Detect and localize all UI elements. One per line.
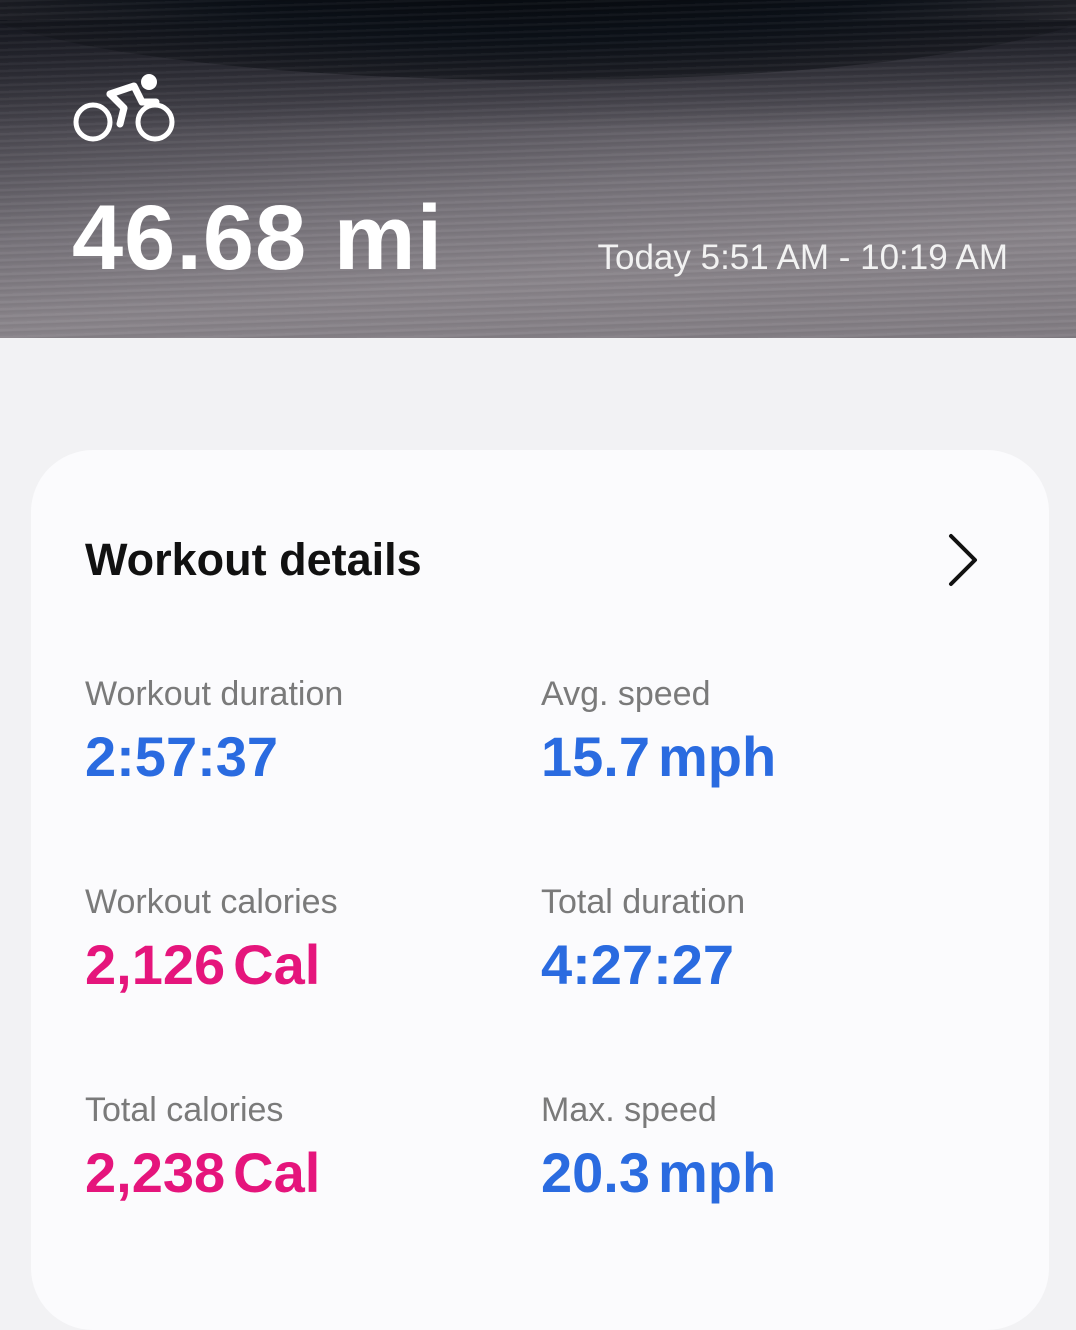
workout-calories-number: 2,126	[85, 933, 226, 996]
total-duration-label: Total duration	[541, 883, 746, 921]
avg-speed-label: Avg. speed	[541, 675, 711, 713]
cycling-icon	[73, 74, 175, 142]
hero-banner: 46.68 mi Today 5:51 AM - 10:19 AM	[0, 0, 1076, 338]
max-speed-value: 20.3 mph	[541, 1142, 776, 1204]
total-calories-value: 2,238 Cal	[85, 1142, 320, 1204]
workout-time-range: Today 5:51 AM - 10:19 AM	[597, 238, 1008, 277]
distance-value: 46.68 mi	[72, 187, 444, 289]
workout-calories-unit: Cal	[233, 933, 321, 996]
workout-duration-label: Workout duration	[85, 675, 344, 713]
max-speed-number: 20.3	[541, 1141, 650, 1204]
avg-speed-value: 15.7 mph	[541, 726, 776, 788]
total-calories-number: 2,238	[85, 1141, 226, 1204]
chevron-right-icon[interactable]	[943, 530, 983, 590]
avg-speed-unit: mph	[658, 725, 777, 788]
total-calories-label: Total calories	[85, 1091, 284, 1129]
workout-duration-value: 2:57:37	[85, 726, 278, 788]
card-title: Workout details	[85, 534, 422, 585]
max-speed-unit: mph	[658, 1141, 777, 1204]
max-speed-label: Max. speed	[541, 1091, 717, 1129]
workout-duration-number: 2:57:37	[85, 725, 279, 788]
workout-details-card[interactable]: Workout details Workout duration 2:57:37…	[31, 450, 1049, 1330]
avg-speed-number: 15.7	[541, 725, 650, 788]
total-calories-unit: Cal	[233, 1141, 321, 1204]
workout-calories-label: Workout calories	[85, 883, 338, 921]
total-duration-value: 4:27:27	[541, 934, 734, 996]
workout-calories-value: 2,126 Cal	[85, 934, 320, 996]
total-duration-number: 4:27:27	[541, 933, 735, 996]
